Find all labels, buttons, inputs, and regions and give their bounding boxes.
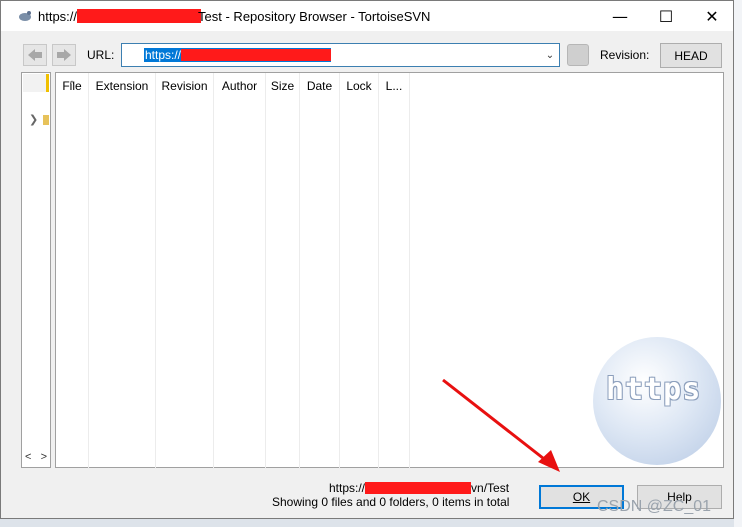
- column-header-date[interactable]: Date: [300, 73, 340, 469]
- column-header-file[interactable]: ^ File: [56, 73, 89, 469]
- csdn-watermark: CSDN @ZC_01: [597, 498, 712, 515]
- forward-button[interactable]: [52, 44, 76, 66]
- revision-head-button[interactable]: HEAD: [660, 43, 722, 68]
- maximize-button[interactable]: ☐: [643, 1, 689, 31]
- column-header-lock[interactable]: Lock: [340, 73, 379, 469]
- tree-header: [23, 74, 49, 92]
- column-header-revision[interactable]: Revision: [156, 73, 214, 469]
- back-button[interactable]: [23, 44, 47, 66]
- column-label: Lock: [346, 79, 372, 93]
- column-label: Extension: [95, 79, 149, 93]
- globe-watermark-text: https: [606, 372, 702, 407]
- toolbar: URL: https:// ⌄ Revision: HEAD: [1, 41, 733, 71]
- url-combobox[interactable]: https:// ⌄: [121, 43, 560, 67]
- arrow-left-icon: [28, 49, 42, 61]
- column-header-extension[interactable]: Extension: [89, 73, 156, 469]
- column-header-author[interactable]: Author: [214, 73, 266, 469]
- status-summary: Showing 0 files and 0 folders, 0 items i…: [272, 495, 510, 509]
- status-url-suffix: vn/Test: [471, 481, 510, 495]
- revision-log-icon[interactable]: [567, 44, 589, 66]
- url-label: URL:: [87, 48, 115, 62]
- close-button[interactable]: ✕: [689, 1, 735, 31]
- title-url-prefix: https://: [38, 8, 78, 24]
- column-label: Size: [270, 79, 295, 93]
- window-title: https:// Test - Repository Browser - Tor…: [38, 9, 430, 24]
- column-label: Revision: [161, 79, 208, 93]
- column-header-lock-owner[interactable]: L...: [379, 73, 410, 469]
- redacted-block: [365, 482, 472, 494]
- chevron-down-icon[interactable]: ⌄: [541, 44, 559, 66]
- status-url: https:// vn/Test: [329, 481, 509, 495]
- column-label: Date: [306, 79, 333, 93]
- tortoisesvn-app-icon: [19, 11, 31, 21]
- column-label: File: [62, 79, 82, 93]
- url-selected-text[interactable]: https://: [144, 48, 332, 62]
- folder-icon[interactable]: [43, 115, 49, 125]
- scroll-left-icon[interactable]: <: [25, 451, 31, 465]
- ok-button-label: OK: [572, 490, 591, 504]
- title-suffix: Test - Repository Browser - TortoiseSVN: [198, 8, 431, 24]
- column-label: Author: [221, 79, 258, 93]
- column-header-size[interactable]: Size: [266, 73, 300, 469]
- column-label: L...: [385, 79, 403, 93]
- redacted-block: [77, 9, 202, 23]
- status-url-prefix: https://: [329, 481, 366, 495]
- desktop-background-strip: [734, 0, 742, 527]
- scroll-right-icon[interactable]: >: [41, 451, 47, 465]
- url-value: https://: [145, 48, 182, 62]
- revision-label: Revision:: [600, 48, 650, 62]
- tree-horizontal-scrollbar[interactable]: < >: [23, 451, 49, 465]
- file-list-header: ^ File Extension Revision Author Size Da…: [56, 73, 410, 469]
- chevron-right-icon[interactable]: ❯: [29, 113, 38, 126]
- minimize-button[interactable]: —: [597, 1, 643, 31]
- arrow-right-icon: [57, 49, 71, 61]
- title-bar[interactable]: https:// Test - Repository Browser - Tor…: [1, 1, 733, 31]
- redacted-block: [181, 49, 332, 61]
- repository-tree[interactable]: ❯ < >: [21, 72, 51, 468]
